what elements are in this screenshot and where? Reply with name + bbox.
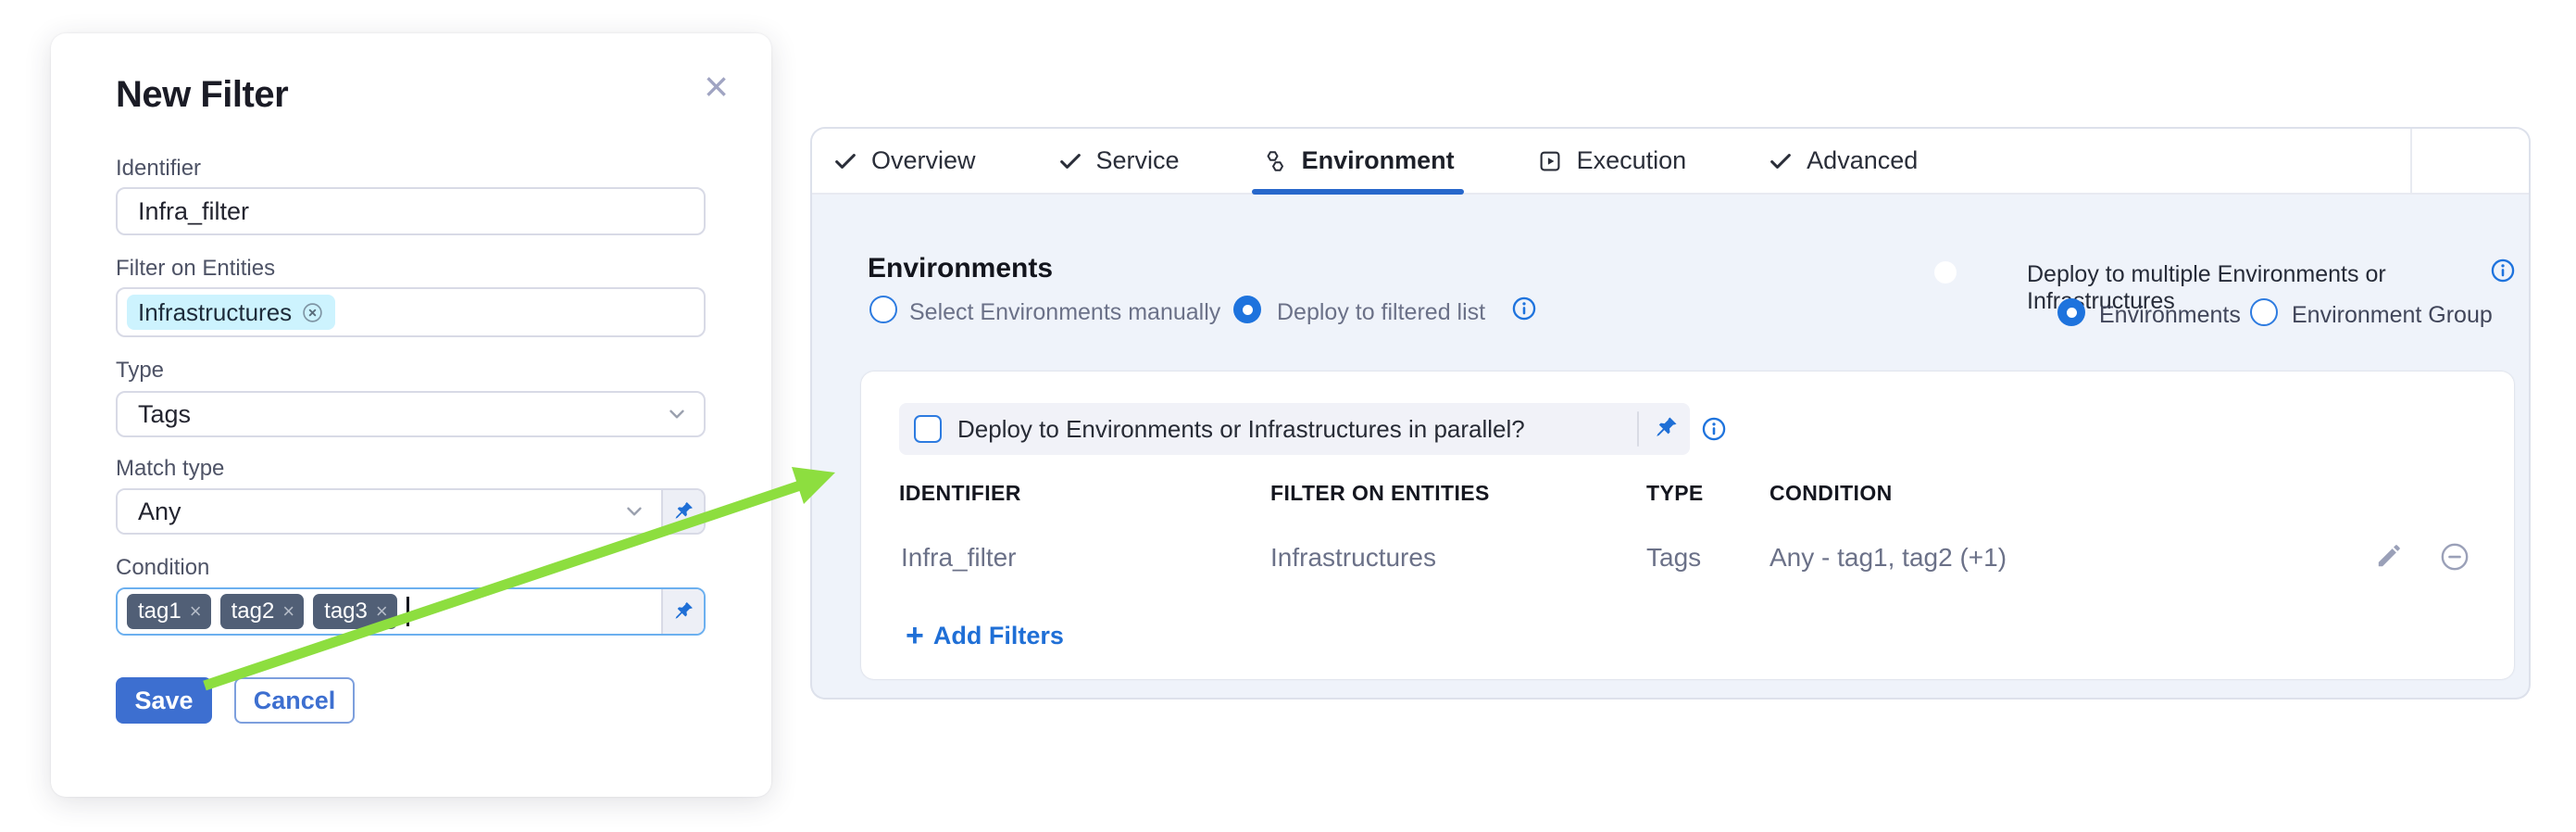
tab-bar: Overview Service Environment [812,129,2529,195]
tag-remove-icon[interactable]: × [282,599,294,624]
radio-environments[interactable] [2057,298,2085,326]
chevron-down-icon [665,402,689,426]
filter-on-entities-field[interactable]: Infrastructures [116,287,706,337]
tag-remove-icon[interactable]: × [190,599,202,624]
infrastructures-chip-label: Infrastructures [138,298,292,327]
pin-button[interactable] [1652,414,1680,447]
environment-tab-panel: Overview Service Environment [810,127,2531,700]
tab-label: Advanced [1807,146,1918,175]
match-type-row: Any [116,488,706,535]
modal-title: New Filter [116,74,288,116]
col-header-condition: CONDITION [1769,481,1893,506]
radio-label: Environment Group [2292,302,2493,329]
pushpin-icon [671,499,695,523]
tag-label: tag3 [324,599,368,624]
tab-environment[interactable]: Environment [1261,129,1455,193]
identifier-field[interactable]: Infra_filter [116,187,706,235]
type-value: Tags [118,400,191,429]
environments-heading: Environments [868,253,1053,284]
deploy-parallel-bar: Deploy to Environments or Infrastructure… [899,403,1690,455]
match-type-label: Match type [116,456,224,482]
execution-play-icon [1536,147,1564,175]
cell-identifier: Infra_filter [901,543,1017,573]
tab-execution[interactable]: Execution [1536,129,1687,193]
radio-label: Select Environments manually [909,299,1220,326]
radio-select-environments-manually[interactable] [869,296,897,323]
col-header-type: TYPE [1646,481,1704,506]
tab-label: Environment [1302,146,1455,175]
tab-label: Service [1096,146,1180,175]
filter-on-entities-label: Filter on Entities [116,256,275,282]
match-type-value: Any [118,498,181,526]
tab-advanced[interactable]: Advanced [1768,129,1918,193]
deploy-parallel-label: Deploy to Environments or Infrastructure… [957,415,1525,444]
check-icon [832,148,858,174]
add-filters-label: Add Filters [933,622,1064,650]
remove-minus-icon[interactable] [2439,541,2470,577]
pin-button[interactable] [661,589,704,634]
check-icon [1768,148,1794,174]
pin-button[interactable] [661,490,704,533]
infrastructures-chip[interactable]: Infrastructures [127,295,335,330]
chip-remove-icon[interactable] [301,301,324,324]
tag-label: tag2 [231,599,275,624]
tab-label: Overview [871,146,976,175]
type-label: Type [116,358,164,384]
plus-icon: + [906,620,924,651]
cell-type: Tags [1646,543,1701,573]
save-button[interactable]: Save [116,677,212,724]
deploy-parallel-checkbox[interactable] [914,415,942,443]
check-icon [1057,148,1083,174]
pushpin-icon [671,599,695,624]
tag-chip[interactable]: tag3 × [313,594,397,629]
col-header-filter-on-entities: FILTER ON ENTITIES [1270,481,1490,506]
info-icon[interactable] [2490,258,2516,284]
new-filter-modal: New Filter × Identifier Infra_filter Fil… [51,33,771,797]
identifier-label: Identifier [116,156,201,182]
edit-pencil-icon[interactable] [2374,541,2404,575]
tag-remove-icon[interactable]: × [376,599,388,624]
text-cursor [406,597,409,626]
match-type-select[interactable]: Any [118,490,661,533]
divider [1637,411,1639,447]
col-header-identifier: IDENTIFIER [899,481,1021,506]
chevron-down-icon [622,499,646,523]
environment-hexagons-icon [1261,147,1289,175]
type-select[interactable]: Tags [116,391,706,437]
condition-input[interactable]: tag1 × tag2 × tag3 × [118,589,661,634]
pushpin-icon [1652,414,1680,442]
tab-bar-divider [2410,129,2412,193]
close-icon[interactable]: × [704,65,729,107]
tab-label: Execution [1577,146,1687,175]
toggle-knob [1934,261,1957,284]
tab-overview[interactable]: Overview [832,129,976,193]
tag-chip[interactable]: tag1 × [127,594,211,629]
add-filters-button[interactable]: + Add Filters [906,620,1064,651]
tag-chip[interactable]: tag2 × [220,594,305,629]
radio-deploy-to-filtered-list[interactable] [1233,296,1261,323]
cancel-button[interactable]: Cancel [234,677,355,724]
filters-card: Deploy to Environments or Infrastructure… [861,372,2514,679]
info-icon[interactable] [1701,416,1727,442]
identifier-value: Infra_filter [118,197,249,226]
cell-filter-on-entities: Infrastructures [1270,543,1436,573]
info-icon[interactable] [1511,296,1537,321]
cell-condition: Any - tag1, tag2 (+1) [1769,543,2007,573]
radio-environment-group[interactable] [2250,298,2278,326]
radio-label: Environments [2099,302,2241,329]
condition-label: Condition [116,555,209,581]
radio-label: Deploy to filtered list [1277,299,1485,326]
condition-row: tag1 × tag2 × tag3 × [116,587,706,636]
tag-label: tag1 [138,599,181,624]
tab-service[interactable]: Service [1057,129,1180,193]
